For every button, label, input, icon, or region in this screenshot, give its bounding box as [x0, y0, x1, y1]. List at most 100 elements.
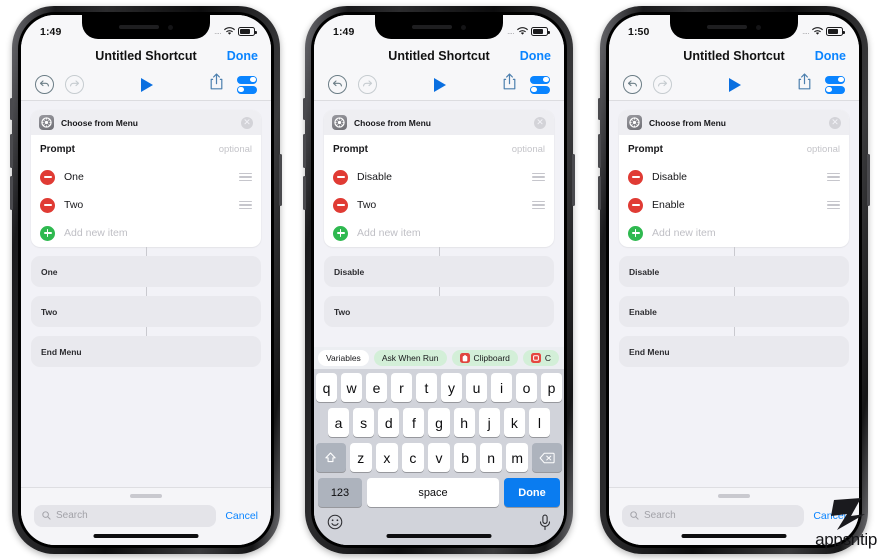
power-button[interactable] [279, 154, 282, 206]
key-i[interactable]: i [491, 373, 512, 402]
key-p[interactable]: p [541, 373, 562, 402]
menu-item-row[interactable]: Two [31, 191, 261, 219]
menu-item-row[interactable]: One [31, 163, 261, 191]
key-y[interactable]: y [441, 373, 462, 402]
settings-toggles-icon[interactable] [825, 75, 845, 94]
key-u[interactable]: u [466, 373, 487, 402]
close-icon[interactable]: ✕ [534, 116, 546, 129]
menu-branch-block[interactable]: Disable [619, 256, 849, 287]
drag-handle-icon[interactable] [827, 200, 840, 210]
key-q[interactable]: q [316, 373, 337, 402]
key-d[interactable]: d [378, 408, 400, 437]
undo-icon[interactable] [328, 75, 347, 94]
done-button[interactable]: Done [227, 49, 258, 63]
key-x[interactable]: x [375, 443, 398, 472]
prompt-row[interactable]: Prompt optional [324, 135, 554, 163]
end-menu-block[interactable]: End Menu [31, 336, 261, 367]
key-n[interactable]: n [480, 443, 503, 472]
key-k[interactable]: k [503, 408, 525, 437]
close-icon[interactable]: ✕ [241, 116, 253, 129]
volume-down-button[interactable] [598, 176, 601, 210]
volume-up-button[interactable] [598, 134, 601, 168]
add-item-icon[interactable] [40, 225, 55, 241]
suggestion-chip-variables[interactable]: Variables [318, 350, 369, 366]
search-input[interactable]: Search [622, 504, 805, 527]
suggestion-chip-current-date[interactable]: C [522, 350, 560, 366]
return-done-key[interactable]: Done [504, 478, 560, 507]
volume-down-button[interactable] [10, 176, 13, 210]
key-w[interactable]: w [341, 373, 362, 402]
power-button[interactable] [572, 154, 575, 206]
key-l[interactable]: l [528, 408, 550, 437]
done-button[interactable]: Done [520, 49, 551, 63]
add-new-item-row[interactable]: Add new item [619, 219, 849, 247]
settings-toggles-icon[interactable] [530, 75, 550, 94]
key-b[interactable]: b [454, 443, 477, 472]
prompt-row[interactable]: Prompt optional [619, 135, 849, 163]
prompt-row[interactable]: Prompt optional [31, 135, 261, 163]
undo-icon[interactable] [623, 75, 642, 94]
undo-icon[interactable] [35, 75, 54, 94]
key-g[interactable]: g [428, 408, 450, 437]
power-button[interactable] [867, 154, 870, 206]
microphone-icon[interactable] [539, 514, 551, 531]
mute-switch[interactable] [598, 98, 601, 120]
share-icon[interactable] [502, 73, 517, 96]
key-r[interactable]: r [391, 373, 412, 402]
space-key[interactable]: space [367, 478, 499, 507]
drag-handle-icon[interactable] [532, 172, 545, 182]
home-indicator[interactable] [93, 534, 199, 538]
end-menu-block[interactable]: End Menu [619, 336, 849, 367]
home-indicator[interactable] [681, 534, 787, 538]
menu-branch-block[interactable]: Disable [324, 256, 554, 287]
add-new-item-row[interactable]: Add new item [31, 219, 261, 247]
home-indicator[interactable] [386, 534, 492, 538]
drag-handle-icon[interactable] [827, 172, 840, 182]
sheet-grabber[interactable] [718, 494, 750, 498]
menu-item-row[interactable]: Disable [324, 163, 554, 191]
drag-handle-icon[interactable] [532, 200, 545, 210]
add-item-icon[interactable] [333, 225, 348, 241]
mute-switch[interactable] [10, 98, 13, 120]
play-icon[interactable] [433, 77, 446, 92]
remove-item-icon[interactable] [628, 169, 643, 185]
key-h[interactable]: h [453, 408, 475, 437]
menu-branch-block[interactable]: Two [324, 296, 554, 327]
play-icon[interactable] [728, 77, 741, 92]
key-v[interactable]: v [427, 443, 451, 472]
delete-icon[interactable] [532, 443, 563, 472]
key-c[interactable]: c [401, 443, 424, 472]
remove-item-icon[interactable] [628, 197, 643, 213]
key-t[interactable]: t [416, 373, 437, 402]
volume-up-button[interactable] [10, 134, 13, 168]
key-a[interactable]: a [328, 408, 350, 437]
menu-branch-block[interactable]: Enable [619, 296, 849, 327]
menu-branch-block[interactable]: One [31, 256, 261, 287]
key-o[interactable]: o [516, 373, 537, 402]
add-new-item-row[interactable]: Add new item [324, 219, 554, 247]
volume-up-button[interactable] [303, 134, 306, 168]
key-z[interactable]: z [349, 443, 372, 472]
sheet-grabber[interactable] [130, 494, 162, 498]
settings-toggles-icon[interactable] [237, 75, 257, 94]
done-button[interactable]: Done [815, 49, 846, 63]
suggestion-chip-clipboard[interactable]: Clipboard [451, 350, 518, 366]
shift-icon[interactable] [315, 443, 346, 472]
menu-item-row[interactable]: Enable [619, 191, 849, 219]
play-icon[interactable] [140, 77, 153, 92]
key-m[interactable]: m [506, 443, 529, 472]
suggestion-chip-ask-when-run[interactable]: Ask When Run [373, 350, 447, 366]
volume-down-button[interactable] [303, 176, 306, 210]
close-icon[interactable]: ✕ [829, 116, 841, 129]
drag-handle-icon[interactable] [239, 172, 252, 182]
add-item-icon[interactable] [628, 225, 643, 241]
cancel-button[interactable]: Cancel [225, 510, 258, 522]
key-s[interactable]: s [353, 408, 375, 437]
remove-item-icon[interactable] [333, 169, 348, 185]
menu-branch-block[interactable]: Two [31, 296, 261, 327]
remove-item-icon[interactable] [40, 197, 55, 213]
key-j[interactable]: j [478, 408, 500, 437]
menu-item-row[interactable]: Disable [619, 163, 849, 191]
share-icon[interactable] [797, 73, 812, 96]
emoji-icon[interactable] [327, 514, 343, 530]
